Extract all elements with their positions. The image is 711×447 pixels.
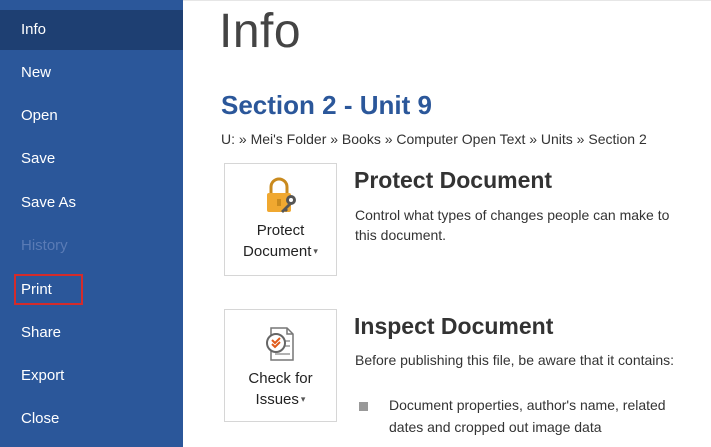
- sidebar-item-save[interactable]: Save: [0, 139, 183, 179]
- sidebar-item-new[interactable]: New: [0, 53, 183, 93]
- check-for-issues-button-label: Check for Issues ▾: [248, 370, 313, 408]
- lock-key-icon: [261, 176, 301, 216]
- backstage-sidebar: Info New Open Save Save As History Print…: [0, 0, 183, 447]
- sidebar-item-save-as[interactable]: Save As: [0, 183, 183, 223]
- sidebar-item-export[interactable]: Export: [0, 356, 183, 396]
- document-title: Section 2 - Unit 9: [221, 90, 432, 120]
- bullet-square-icon: [359, 402, 368, 411]
- inspect-bullet-item: Document properties, author's name, rela…: [389, 397, 666, 435]
- protect-document-heading: Protect Document: [354, 167, 553, 193]
- chevron-down-icon: ▾: [300, 394, 306, 404]
- sidebar-item-share[interactable]: Share: [0, 313, 183, 353]
- sidebar-item-history: History: [21, 237, 68, 254]
- top-divider: [183, 0, 711, 1]
- protect-document-description: Control what types of changes people can…: [355, 207, 670, 243]
- inspect-document-icon: [261, 324, 301, 364]
- breadcrumb[interactable]: U: » Mei's Folder » Books » Computer Ope…: [221, 131, 711, 147]
- inspect-document-description: Before publishing this file, be aware th…: [355, 352, 675, 368]
- sidebar-item-print[interactable]: Print: [0, 270, 183, 310]
- check-for-issues-button[interactable]: Check for Issues ▾: [224, 309, 337, 422]
- protect-document-button-label: Protect Document ▾: [243, 222, 318, 260]
- sidebar-item-info[interactable]: Info: [0, 10, 183, 50]
- sidebar-item-close[interactable]: Close: [0, 399, 183, 439]
- sidebar-item-open[interactable]: Open: [0, 96, 183, 136]
- page-title: Info: [219, 5, 302, 58]
- inspect-document-heading: Inspect Document: [354, 313, 554, 339]
- chevron-down-icon: ▾: [313, 246, 318, 256]
- protect-document-button[interactable]: Protect Document ▾: [224, 163, 337, 276]
